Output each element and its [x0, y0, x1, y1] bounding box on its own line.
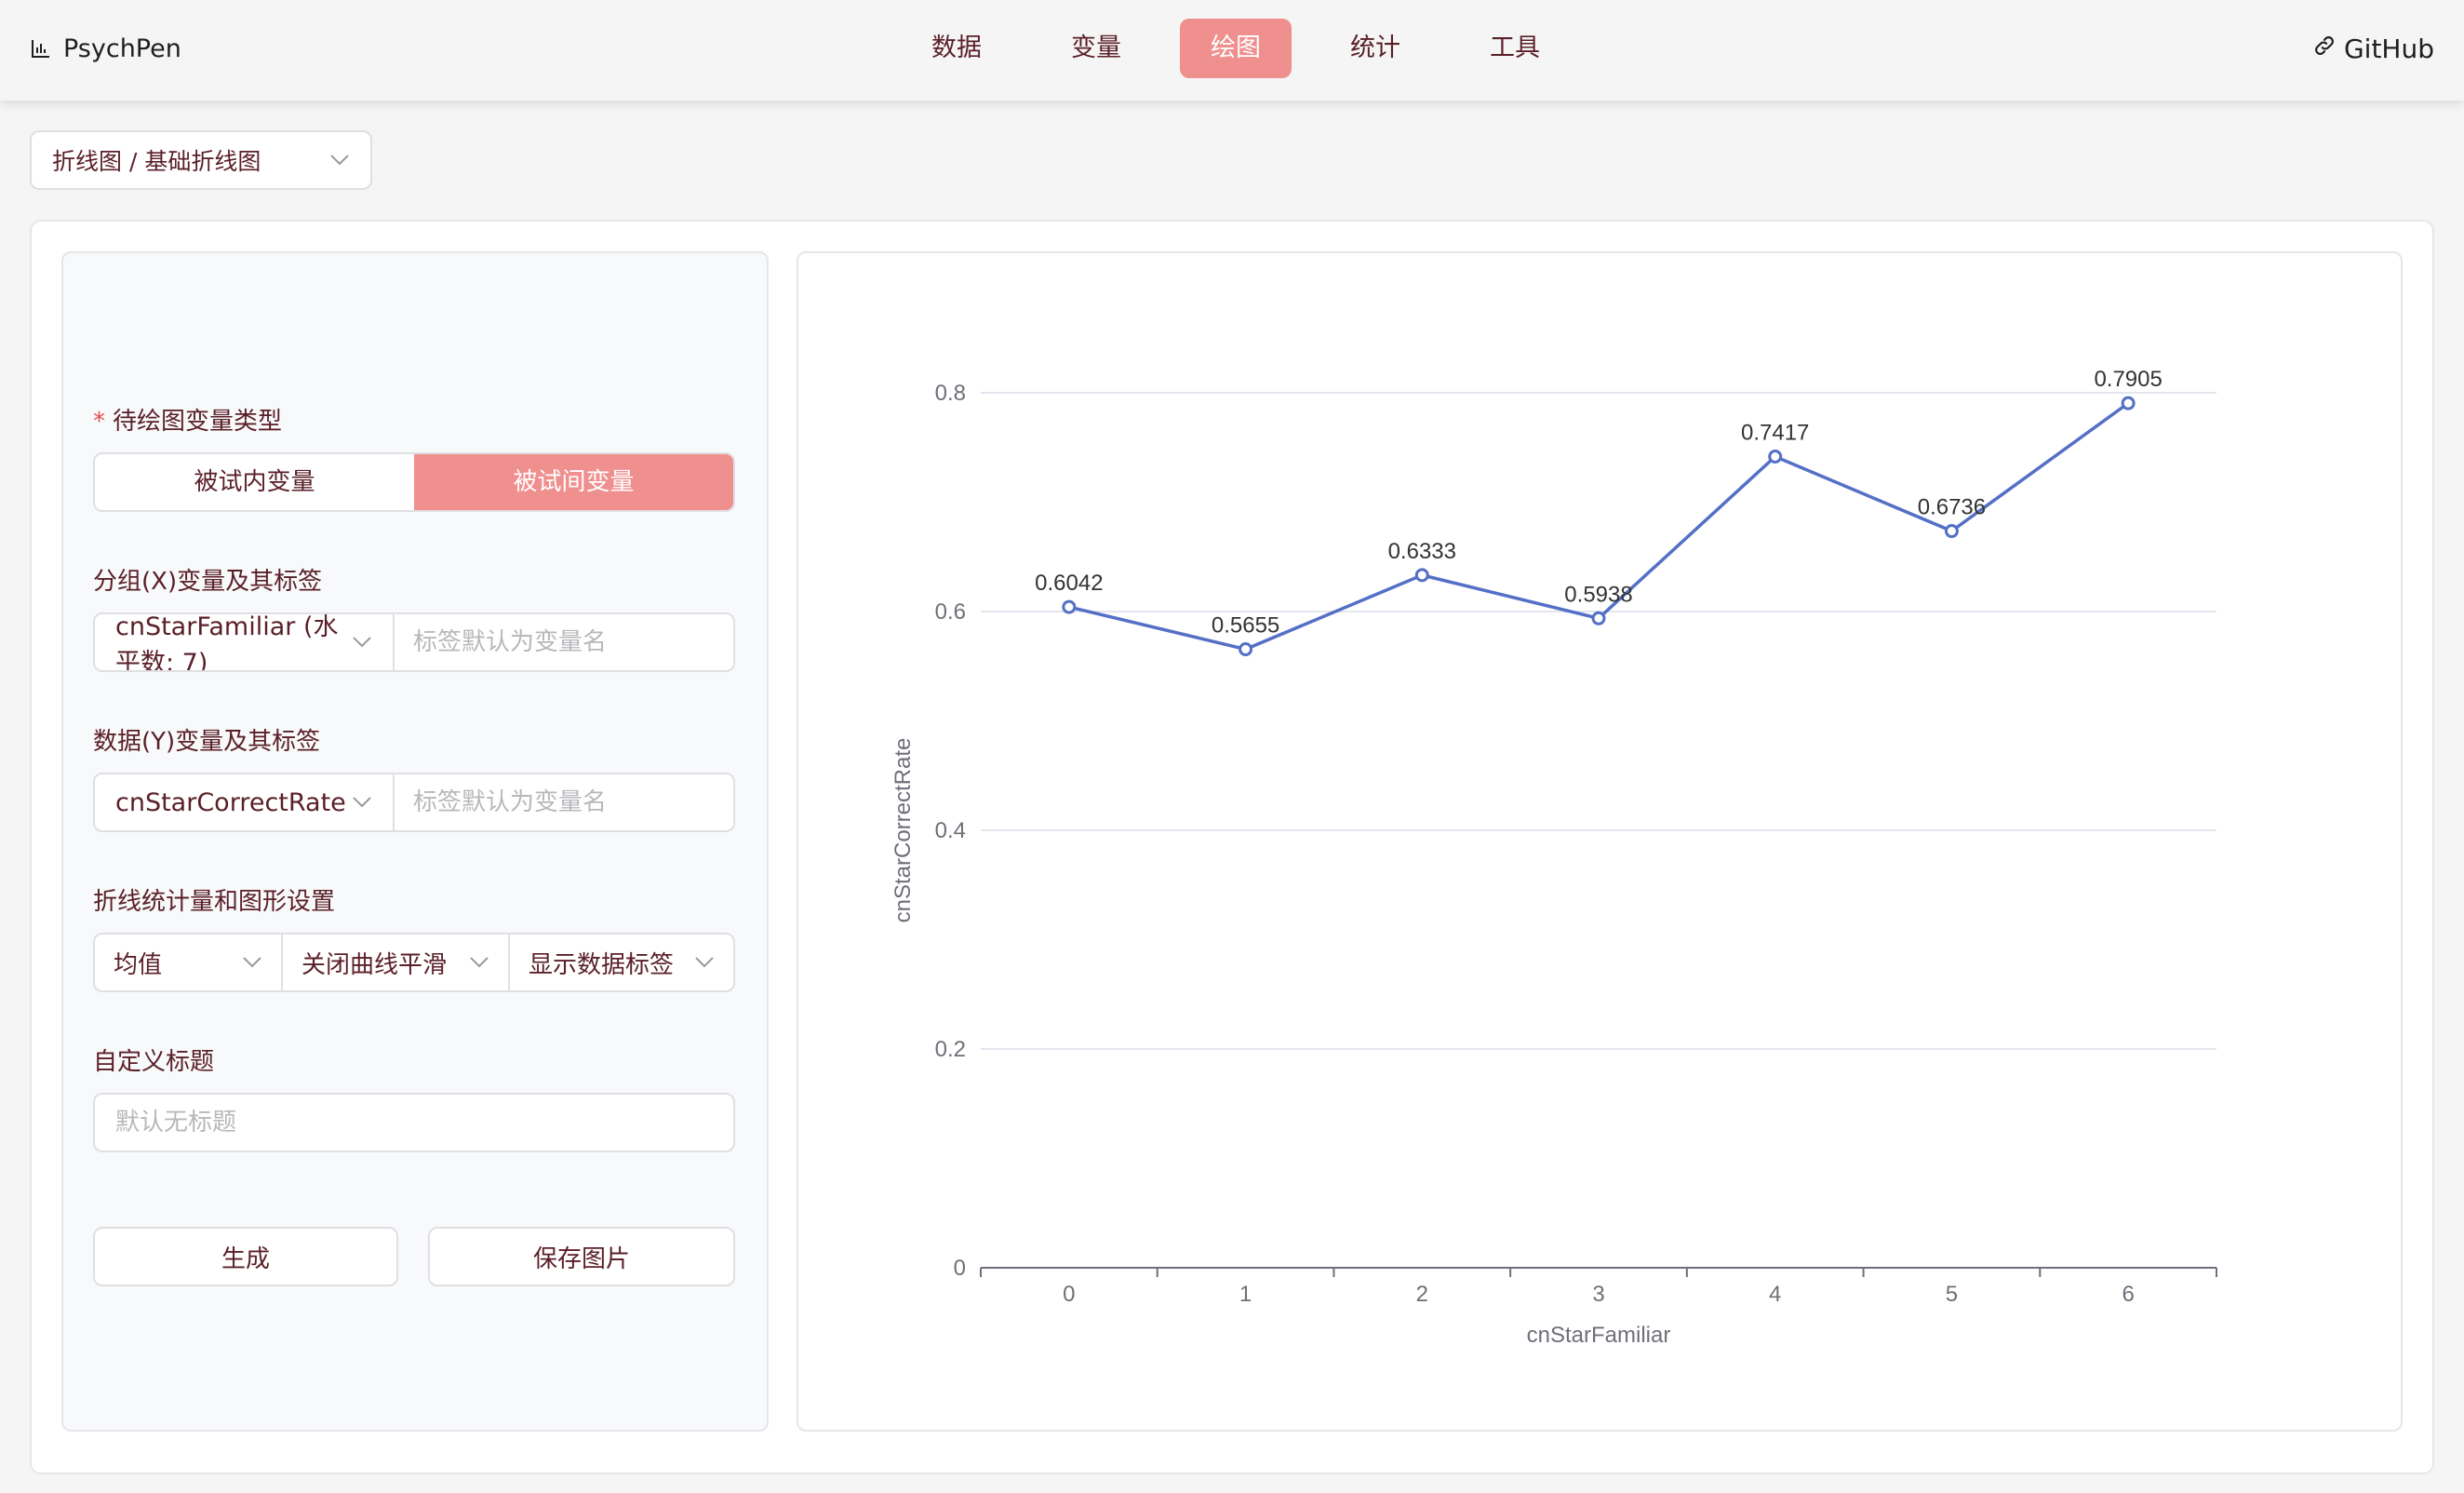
x-tick-label: 0 — [1063, 1282, 1075, 1307]
nav-item-variables[interactable]: 变量 — [1040, 19, 1152, 78]
line-chart: 0 0.2 0.4 0.6 0.8 0 1 2 3 4 5 6 cnStarFamiliar cnStar… — [891, 367, 2217, 1348]
x-axis-title: cnStarFamiliar — [1527, 1323, 1671, 1348]
brand[interactable]: PsychPen — [30, 30, 181, 67]
data-point — [1591, 611, 1606, 625]
chevron-down-icon — [694, 956, 715, 969]
y-var-label: 数据(Y)变量及其标签 — [93, 728, 321, 756]
y-var-group: cnStarCorrectRate — [93, 773, 735, 832]
x-var-group: cnStarFamiliar (水平数: 7) — [93, 612, 735, 672]
y-var-select[interactable]: cnStarCorrectRate — [95, 774, 395, 830]
y-tick-label: 0.4 — [935, 818, 966, 843]
required-mark: * — [93, 408, 105, 436]
github-label: GitHub — [2343, 33, 2434, 64]
y-var-value: cnStarCorrectRate — [115, 787, 346, 817]
chevron-down-icon — [242, 956, 262, 969]
x-tick-label: 1 — [1239, 1282, 1252, 1307]
data-point — [1768, 450, 1783, 464]
data-label: 0.5655 — [1212, 613, 1279, 639]
settings-label: 折线统计量和图形设置 — [93, 888, 336, 916]
bar-chart-icon — [30, 37, 52, 60]
statistic-select[interactable]: 均值 — [95, 935, 283, 990]
data-labels-value: 显示数据标签 — [529, 950, 675, 979]
x-var-select[interactable]: cnStarFamiliar (水平数: 7) — [95, 614, 395, 670]
nav-item-data[interactable]: 数据 — [901, 19, 1012, 78]
y-tick-label: 0 — [954, 1256, 966, 1281]
chevron-down-icon — [352, 636, 372, 649]
github-link[interactable]: GitHub — [2312, 30, 2434, 67]
y-tick-label: 0.8 — [935, 381, 966, 406]
var-type-label-text: 待绘图变量类型 — [113, 408, 283, 436]
app-name: PsychPen — [63, 34, 181, 63]
y-tick-label: 0.2 — [935, 1037, 966, 1062]
data-label: 0.7905 — [2094, 367, 2162, 392]
data-point — [1414, 568, 1429, 583]
custom-title-input[interactable] — [93, 1093, 735, 1152]
y-tick-label: 0.6 — [935, 599, 966, 625]
statistic-value: 均值 — [114, 950, 163, 979]
x-tick-label: 2 — [1416, 1282, 1428, 1307]
y-label-input[interactable] — [395, 774, 733, 830]
save-image-button[interactable]: 保存图片 — [428, 1227, 735, 1286]
data-point — [1239, 642, 1253, 657]
chart-type-select[interactable]: 折线图 / 基础折线图 — [30, 130, 372, 190]
chevron-down-icon — [469, 956, 489, 969]
data-label: 0.6333 — [1388, 539, 1456, 564]
main-nav: 数据 变量 绘图 统计 工具 — [901, 19, 1571, 78]
var-type-segmented: 被试内变量 被试间变量 — [93, 452, 735, 512]
data-label: 0.6736 — [1918, 495, 1986, 520]
link-icon — [2312, 34, 2337, 64]
y-axis-title: cnStarCorrectRate — [891, 738, 916, 923]
x-tick-label: 4 — [1769, 1282, 1781, 1307]
custom-title-label: 自定义标题 — [93, 1048, 215, 1076]
nav-item-statistics[interactable]: 统计 — [1319, 19, 1431, 78]
between-subject-option[interactable]: 被试间变量 — [414, 454, 733, 510]
x-var-label: 分组(X)变量及其标签 — [93, 568, 323, 596]
x-tick-label: 5 — [1946, 1282, 1958, 1307]
smooth-value: 关闭曲线平滑 — [301, 950, 448, 979]
data-label: 0.7417 — [1741, 421, 1809, 446]
smooth-select[interactable]: 关闭曲线平滑 — [283, 935, 510, 990]
generate-button[interactable]: 生成 — [93, 1227, 398, 1286]
x-tick-label: 6 — [2122, 1282, 2134, 1307]
chevron-down-icon — [329, 154, 350, 167]
chart-type-value: 折线图 / 基础折线图 — [52, 148, 261, 175]
settings-group: 均值 关闭曲线平滑 显示数据标签 — [93, 933, 735, 992]
var-type-label: * 待绘图变量类型 — [93, 402, 282, 437]
data-label: 0.5938 — [1564, 582, 1632, 607]
x-tick-label: 3 — [1592, 1282, 1604, 1307]
within-subject-option[interactable]: 被试内变量 — [95, 454, 414, 510]
top-navbar: PsychPen 数据 变量 绘图 统计 工具 GitHub — [0, 0, 2464, 101]
nav-item-plot[interactable]: 绘图 — [1180, 19, 1292, 78]
data-label: 0.6042 — [1035, 571, 1103, 596]
data-point — [1944, 524, 1959, 539]
chevron-down-icon — [352, 796, 372, 809]
data-point — [1062, 599, 1077, 614]
data-point — [2121, 396, 2136, 410]
data-labels-select[interactable]: 显示数据标签 — [510, 935, 733, 990]
x-label-input[interactable] — [395, 614, 733, 670]
x-var-value: cnStarFamiliar (水平数: 7) — [115, 612, 339, 672]
nav-item-tools[interactable]: 工具 — [1459, 19, 1571, 78]
